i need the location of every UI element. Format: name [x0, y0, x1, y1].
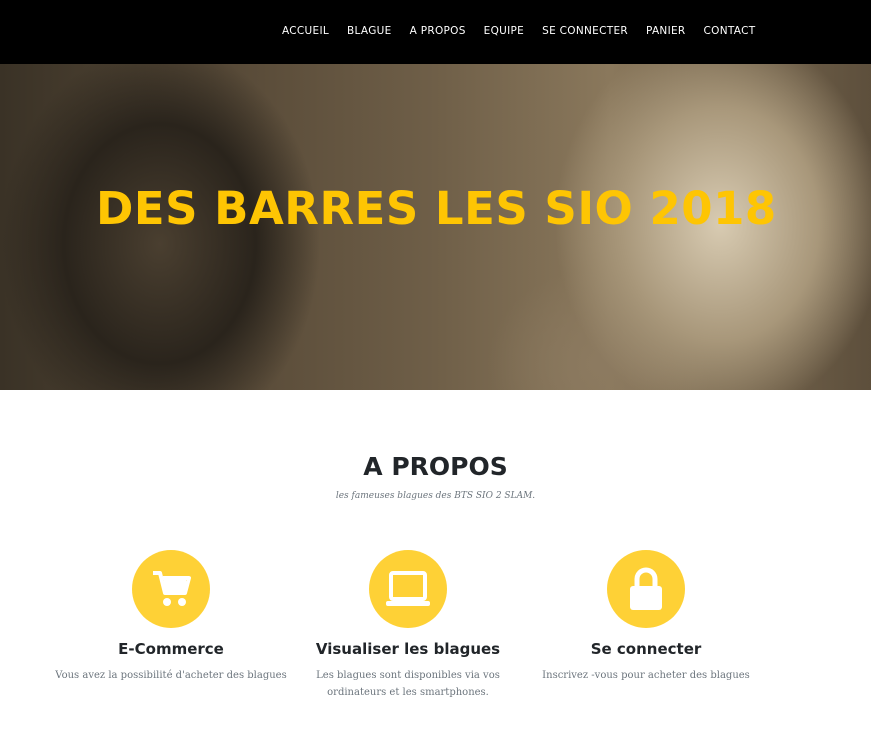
feature-title: Visualiser les blagues — [315, 640, 501, 658]
nav-item-accueil[interactable]: ACCUEIL — [282, 25, 329, 37]
nav-item-blague[interactable]: BLAGUE — [347, 25, 392, 37]
feature-ecommerce: E-Commerce Vous avez la possibilité d'ac… — [46, 550, 296, 684]
lock-icon — [607, 550, 685, 628]
top-navbar: ACCUEIL BLAGUE A PROPOS EQUIPE SE CONNEC… — [0, 0, 871, 64]
nav-item-panier[interactable]: PANIER — [646, 25, 686, 37]
laptop-icon — [369, 550, 447, 628]
section-title: A PROPOS — [363, 452, 508, 481]
feature-title: Se connecter — [590, 640, 702, 658]
nav-item-se-connecter[interactable]: SE CONNECTER — [542, 25, 628, 37]
feature-text: Les blagues sont disponibles via vos ord… — [316, 670, 500, 698]
hero-banner: DES BARRES LES SIO 2018 — [0, 64, 871, 390]
feature-visualiser: Visualiser les blagues Les blagues sont … — [283, 550, 533, 701]
feature-se-connecter: Se connecter Inscrivez -vous pour achete… — [521, 550, 771, 684]
nav-menu: ACCUEIL BLAGUE A PROPOS EQUIPE SE CONNEC… — [282, 25, 773, 37]
shopping-cart-icon — [132, 550, 210, 628]
section-subtitle: les fameuses blagues des BTS SIO 2 SLAM. — [335, 491, 536, 501]
nav-item-contact[interactable]: CONTACT — [704, 25, 756, 37]
hero-title: DES BARRES LES SIO 2018 — [96, 182, 777, 235]
nav-item-equipe[interactable]: EQUIPE — [484, 25, 524, 37]
about-section: A PROPOS les fameuses blagues des BTS SI… — [0, 390, 871, 501]
feature-text: Inscrivez -vous pour acheter des blagues — [542, 670, 750, 681]
feature-text: Vous avez la possibilité d'acheter des b… — [55, 670, 287, 681]
nav-item-a-propos[interactable]: A PROPOS — [410, 25, 466, 37]
feature-title: E-Commerce — [118, 640, 224, 658]
